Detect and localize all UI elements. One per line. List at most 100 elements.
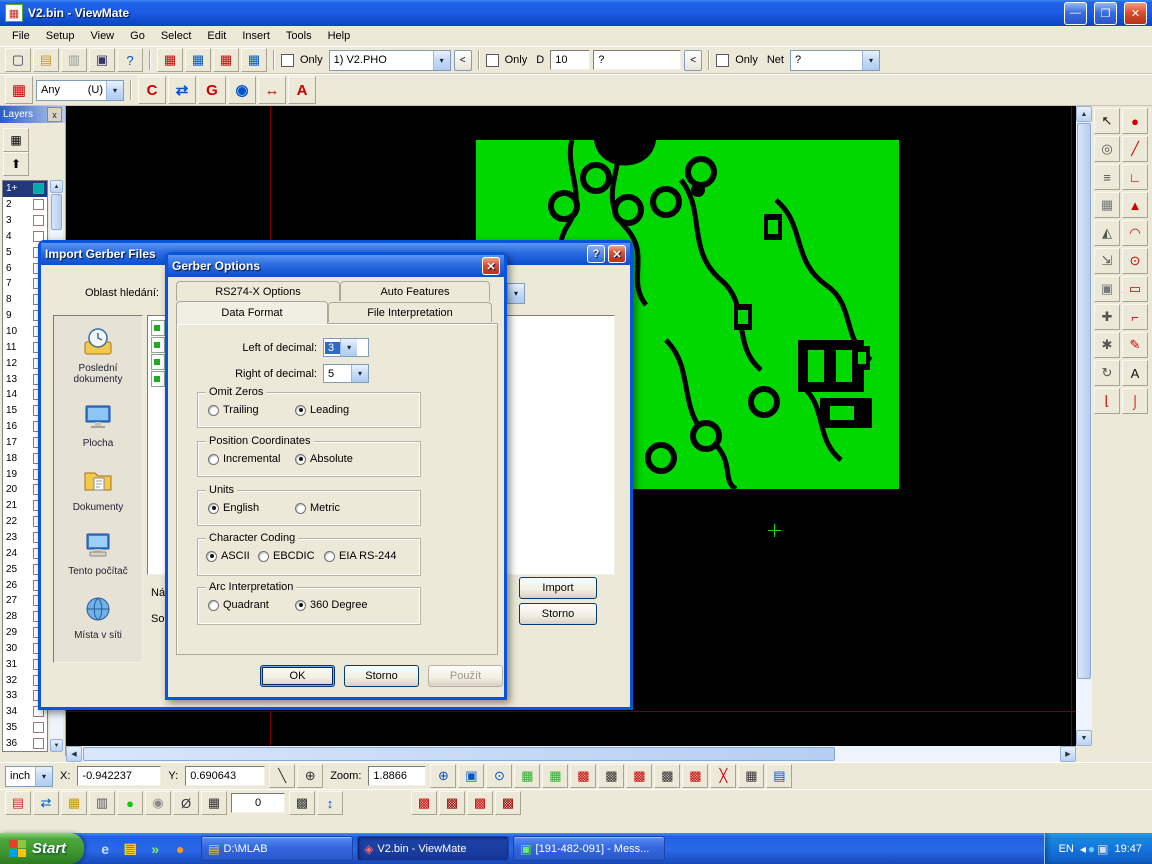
ie-icon[interactable]: e <box>94 838 116 860</box>
dialog-titlebar[interactable]: Gerber Options ✕ <box>168 255 504 277</box>
cancel-button[interactable]: Storno <box>344 665 419 687</box>
layer-up-button[interactable]: ⬆ <box>3 152 29 176</box>
start-button[interactable]: Start <box>0 833 84 864</box>
clear-selection-icon[interactable]: ╳ <box>710 764 736 788</box>
chevron-down-icon[interactable]: ▾ <box>351 365 368 382</box>
scroll-right-arrow[interactable]: ▶ <box>1060 746 1076 762</box>
net-combo[interactable]: ? ▾ <box>790 50 880 71</box>
layer-row[interactable]: 2 <box>3 197 47 213</box>
status-light-icon[interactable]: ● <box>117 791 143 815</box>
tray-collapse-icon[interactable]: ◂ <box>1080 842 1086 856</box>
aperture-table-icon[interactable]: ▦ <box>185 48 211 72</box>
help-button[interactable]: ? <box>587 245 605 263</box>
visibility-icon[interactable]: ▥ <box>89 791 115 815</box>
tab-rs274x-options[interactable]: RS274-X Options <box>176 281 340 301</box>
layer-colors-icon[interactable]: ▤ <box>5 791 31 815</box>
import-button[interactable]: Import <box>519 577 597 599</box>
dimension-icon[interactable]: ⌊ <box>1094 388 1120 414</box>
tab-file-interpretation[interactable]: File Interpretation <box>328 302 492 322</box>
only-layer-checkbox[interactable] <box>281 54 294 67</box>
draw-polygon-icon[interactable]: ▲ <box>1122 192 1148 218</box>
menu-item[interactable]: Go <box>122 28 153 44</box>
select-all-icon[interactable]: ▩ <box>682 764 708 788</box>
radio-ascii[interactable] <box>206 551 217 562</box>
canvas-vertical-scrollbar[interactable]: ▲ ▼ <box>1076 106 1092 746</box>
only-dcode-checkbox[interactable] <box>486 54 499 67</box>
highlight-net-icon[interactable]: ◎ <box>1094 136 1120 162</box>
settings-gear-icon[interactable]: ✱ <box>1094 332 1120 358</box>
chevron-down-icon[interactable]: ▾ <box>106 81 123 100</box>
draw-circle-icon[interactable]: ⊙ <box>1122 248 1148 274</box>
layer-table-icon[interactable]: ▦ <box>213 48 239 72</box>
radio-absolute[interactable] <box>295 454 306 465</box>
place-recent-documents[interactable]: Poslední dokumenty <box>56 326 140 385</box>
menu-item[interactable]: View <box>82 28 122 44</box>
chevron-down-icon[interactable]: ▾ <box>340 339 357 356</box>
active-layer-combo[interactable]: 1) V2.PHO ▾ <box>329 50 451 71</box>
layer-row[interactable]: 3 <box>3 213 47 229</box>
macro4-icon[interactable]: ▩ <box>495 791 521 815</box>
menu-item[interactable]: Setup <box>38 28 83 44</box>
place-my-computer[interactable]: Tento počítač <box>56 529 140 577</box>
selection-grid-button[interactable]: ▦ <box>5 76 33 104</box>
menu-item[interactable]: Tools <box>278 28 320 44</box>
zoom-window-icon[interactable]: ▣ <box>458 764 484 788</box>
browser-launch-icon[interactable]: ● <box>169 838 191 860</box>
probe-icon[interactable]: Ø <box>173 791 199 815</box>
zoom-in-icon[interactable]: ⊕ <box>430 764 456 788</box>
grid-toggle-icon[interactable]: ▦ <box>514 764 540 788</box>
layer-row[interactable]: 36 <box>3 736 47 752</box>
scroll-thumb[interactable] <box>51 194 62 230</box>
open-file-icon[interactable]: ▤ <box>33 48 59 72</box>
new-file-icon[interactable]: ▢ <box>5 48 31 72</box>
sketch-icon[interactable]: ✎ <box>1122 332 1148 358</box>
radio-english[interactable] <box>208 503 219 514</box>
mirror-icon[interactable]: ◭ <box>1094 220 1120 246</box>
left-decimal-select[interactable]: 3 ▾ <box>323 338 369 357</box>
insert-text-icon[interactable]: A <box>1122 360 1148 386</box>
highlight-lamp-icon[interactable]: ◉ <box>145 791 171 815</box>
radio-quadrant[interactable] <box>208 600 219 611</box>
dcode-value-field[interactable]: 10 <box>550 50 590 70</box>
swap-layers-icon[interactable]: ⇄ <box>33 791 59 815</box>
layer-color-swatch[interactable] <box>33 199 44 210</box>
layer-stack-icon[interactable]: ≡ <box>1094 164 1120 190</box>
copy-region-icon[interactable]: ▣ <box>1094 276 1120 302</box>
chevron-down-icon[interactable]: ▾ <box>35 767 52 786</box>
save-icon[interactable]: ▥ <box>61 48 87 72</box>
scroll-down-arrow[interactable]: ▼ <box>1076 730 1092 746</box>
aperture-filter-combo[interactable]: Any (U) ▾ <box>36 80 124 101</box>
place-network[interactable]: Místa v síti <box>56 593 140 641</box>
restore-button[interactable]: ❐ <box>1094 2 1117 25</box>
print-icon[interactable]: ▣ <box>89 48 115 72</box>
draw-corner-icon[interactable]: ∟ <box>1122 164 1148 190</box>
menu-item[interactable]: File <box>4 28 38 44</box>
grid-snap-icon[interactable]: ▦ <box>542 764 568 788</box>
zoom-all-icon[interactable]: ⊙ <box>486 764 512 788</box>
dot-grid-icon[interactable]: ▩ <box>289 791 315 815</box>
task-mlab[interactable]: ▤ D:\MLAB <box>201 836 353 861</box>
close-icon[interactable]: x <box>47 107 62 122</box>
pad-grid-icon[interactable]: ▩ <box>570 764 596 788</box>
trace-grid-icon[interactable]: ▩ <box>598 764 624 788</box>
move-icon[interactable]: ✚ <box>1094 304 1120 330</box>
folder-launch-icon[interactable]: ▤ <box>119 838 141 860</box>
layer-color-swatch[interactable] <box>33 738 44 749</box>
menu-item[interactable]: Select <box>153 28 200 44</box>
radio-trailing[interactable] <box>208 405 219 416</box>
display-tray-icon[interactable]: ▣ <box>1097 842 1108 856</box>
rotate-icon[interactable]: ↻ <box>1094 360 1120 386</box>
prev-dcode-button[interactable]: < <box>684 50 702 71</box>
only-net-checkbox[interactable] <box>716 54 729 67</box>
task-messenger[interactable]: ▣ [191-482-091] - Mess... <box>513 836 665 861</box>
tab-data-format[interactable]: Data Format <box>176 301 328 324</box>
prev-layer-button[interactable]: < <box>454 50 472 71</box>
right-decimal-select[interactable]: 5 ▾ <box>323 364 369 383</box>
layer-row[interactable]: 1+ <box>3 181 47 197</box>
hook-trace-icon[interactable]: ⌡ <box>1122 388 1148 414</box>
flash-pad-icon[interactable]: ● <box>1122 108 1148 134</box>
palette-icon[interactable]: ▦ <box>61 791 87 815</box>
radio-leading[interactable] <box>295 405 306 416</box>
place-documents[interactable]: Dokumenty <box>56 465 140 513</box>
radio-incremental[interactable] <box>208 454 219 465</box>
